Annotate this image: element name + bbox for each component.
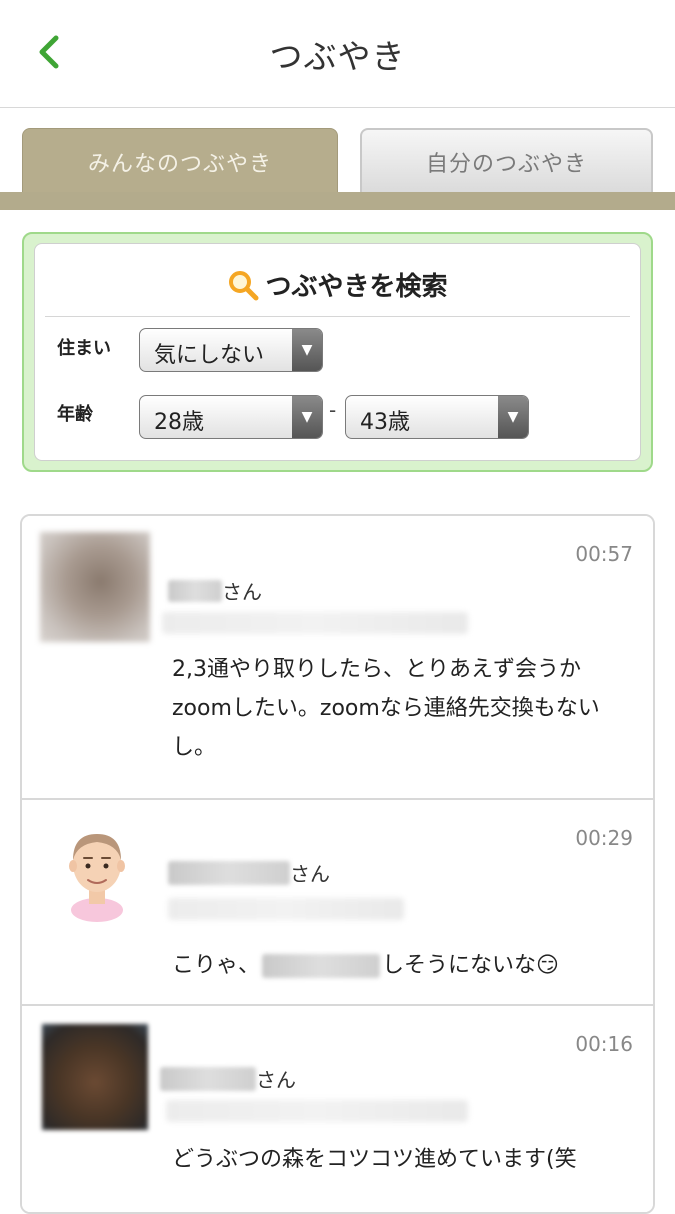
tab-mine[interactable]: 自分のつぶやき — [360, 128, 653, 194]
redacted-name — [168, 860, 290, 885]
age-label: 年齢 — [57, 404, 93, 425]
search-icon — [229, 270, 259, 300]
search-panel: つぶやきを検索 住まい 気にしない ▼ 年齢 28歳 ▼ - 43歳 ▼ — [22, 232, 653, 472]
post-author[interactable]: さん — [160, 1064, 296, 1093]
age-max-select[interactable]: 43歳 ▼ — [345, 395, 529, 439]
post-text-start: こりゃ、 — [172, 953, 261, 978]
age-max-value: 43歳 — [360, 410, 410, 435]
search-title: つぶやきを検索 — [35, 266, 640, 303]
post-time: 00:29 — [575, 826, 633, 850]
dropdown-arrow-icon: ▼ — [292, 329, 322, 371]
avatar[interactable] — [40, 532, 150, 642]
post-text: こりゃ、 しそうにないな😏 — [172, 946, 633, 985]
name-suffix: さん — [290, 862, 330, 886]
app-header: つぶやき — [0, 0, 675, 108]
age-separator: - — [329, 398, 337, 422]
post-author[interactable]: さん — [168, 858, 330, 887]
redacted-subtitle — [168, 898, 404, 920]
redacted-name — [168, 579, 222, 602]
avatar[interactable] — [42, 1024, 148, 1130]
tab-underline — [0, 192, 675, 210]
post-text: 2,3通やり取りしたら、とりあえず会うかzoomしたい。zoomなら連絡先交換も… — [172, 657, 600, 760]
post-item[interactable]: 00:57 さん 2,3通やり取りしたら、とりあえず会うかzoomしたい。zoo… — [22, 516, 653, 798]
redacted-name — [160, 1066, 256, 1091]
residence-label: 住まい — [57, 338, 111, 359]
redacted-subtitle — [166, 1100, 468, 1122]
tab-everyone[interactable]: みんなのつぶやき — [22, 128, 338, 194]
avatar[interactable] — [42, 814, 152, 924]
age-min-select[interactable]: 28歳 ▼ — [139, 395, 323, 439]
post-text-end: しそうにないな😏 — [382, 953, 559, 978]
page-title: つぶやき — [269, 37, 406, 76]
post-item[interactable]: 00:16 さん どうぶつの森をコツコツ進めています(笑 — [22, 1006, 653, 1212]
post-list: 00:57 さん 2,3通やり取りしたら、とりあえず会うかzoomしたい。zoo… — [20, 514, 655, 1214]
name-suffix: さん — [256, 1068, 296, 1092]
dropdown-arrow-icon: ▼ — [292, 396, 322, 438]
residence-select-value: 気にしない — [154, 343, 265, 368]
divider — [45, 316, 630, 317]
search-title-text: つぶやきを検索 — [265, 272, 448, 302]
post-text: どうぶつの森をコツコツ進めています(笑 — [172, 1147, 577, 1172]
redacted-text — [262, 953, 381, 978]
redacted-subtitle — [162, 612, 468, 634]
tab-bar: みんなのつぶやき 自分のつぶやき — [0, 108, 675, 210]
post-time: 00:16 — [575, 1032, 633, 1056]
name-suffix: さん — [222, 580, 262, 604]
post-author[interactable]: さん — [168, 576, 262, 605]
search-panel-inner: つぶやきを検索 住まい 気にしない ▼ 年齢 28歳 ▼ - 43歳 ▼ — [34, 243, 641, 461]
post-time: 00:57 — [575, 542, 633, 566]
dropdown-arrow-icon: ▼ — [498, 396, 528, 438]
person-avatar-icon — [69, 834, 125, 922]
residence-select[interactable]: 気にしない ▼ — [139, 328, 323, 372]
post-item[interactable]: 00:29 さん こりゃ、 しそうにないな😏 — [22, 800, 653, 1004]
age-min-value: 28歳 — [154, 410, 204, 435]
